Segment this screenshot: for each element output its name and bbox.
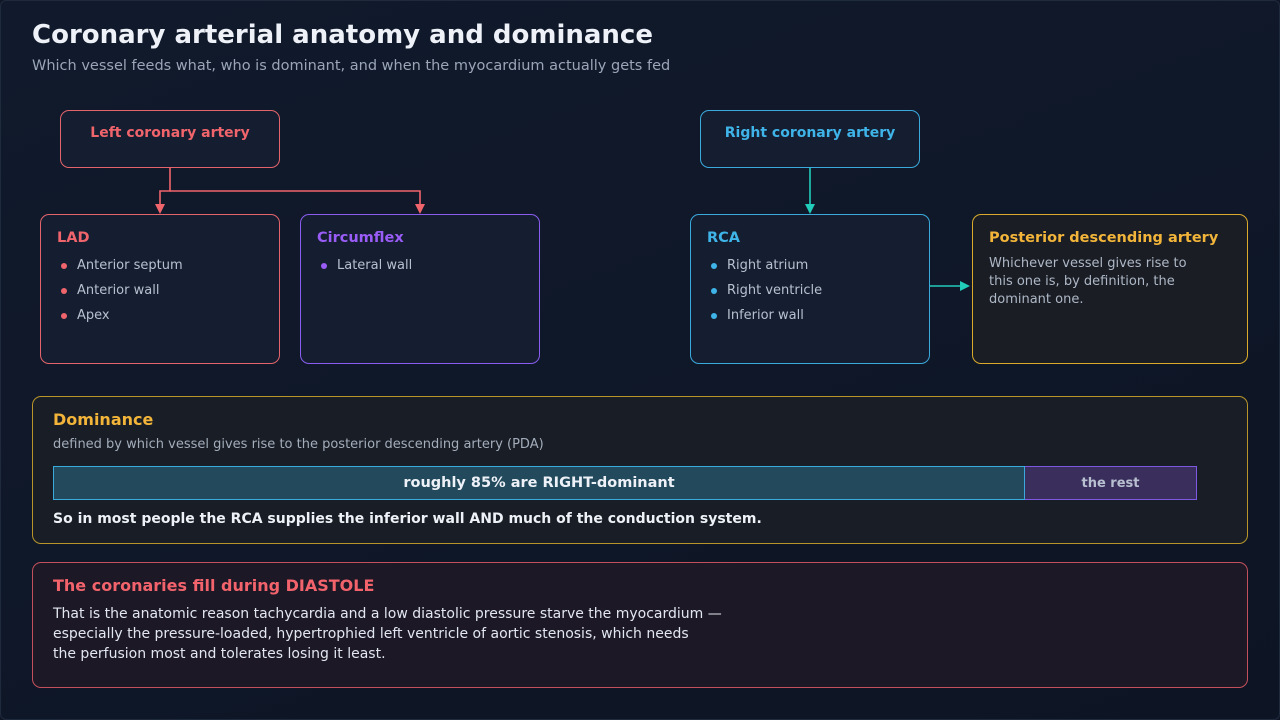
lad-territory-list: Anterior septum Anterior wall Apex (57, 253, 263, 328)
bullet-icon (711, 262, 717, 269)
diastole-panel: The coronaries fill during DIASTOLE That… (32, 562, 1248, 688)
dominance-subtitle: defined by which vessel gives rise to th… (53, 437, 544, 452)
circumflex-territory-list: Lateral wall (317, 253, 523, 278)
bullet-icon (61, 262, 67, 269)
diastole-line: especially the pressure-loaded, hypertro… (53, 626, 689, 642)
pda-title: Posterior descending artery (989, 230, 1219, 246)
dominance-panel: Dominance defined by which vessel gives … (32, 396, 1248, 544)
rest-label: the rest (1081, 475, 1140, 491)
bullet-icon (711, 312, 717, 319)
right-coronary-artery-node: Right coronary artery (700, 110, 920, 168)
list-item: Apex (57, 303, 263, 328)
left-coronary-artery-node: Left coronary artery (60, 110, 280, 168)
right-coronary-artery-label: Right coronary artery (724, 125, 896, 141)
bullet-icon (711, 287, 717, 294)
lad-card: LAD Anterior septum Anterior wall Apex (40, 214, 280, 364)
list-item: Inferior wall (707, 303, 913, 328)
dominance-title: Dominance (53, 410, 154, 429)
bullet-icon (321, 262, 327, 269)
circumflex-card: Circumflex Lateral wall (300, 214, 540, 364)
lad-title: LAD (57, 230, 90, 246)
left-coronary-artery-label: Left coronary artery (90, 125, 250, 141)
pda-description: Whichever vessel gives rise to this one … (989, 256, 1187, 307)
list-item: Anterior septum (57, 253, 263, 278)
right-dominant-segment: roughly 85% are RIGHT-dominant (53, 466, 1025, 500)
diastole-line: the perfusion most and tolerates losing … (53, 646, 386, 662)
arrow-left-to-lad (155, 168, 171, 214)
dominance-note: So in most people the RCA supplies the i… (53, 511, 762, 527)
bullet-icon (61, 312, 67, 319)
arrow-left-to-circumflex (170, 190, 425, 214)
list-item: Anterior wall (57, 278, 263, 303)
right-dominant-label: roughly 85% are RIGHT-dominant (403, 475, 675, 491)
diastole-title: The coronaries fill during DIASTOLE (53, 576, 375, 595)
rest-segment: the rest (1025, 466, 1197, 500)
list-item: Right atrium (707, 253, 913, 278)
diastole-body: That is the anatomic reason tachycardia … (53, 604, 753, 664)
rca-card: RCA Right atrium Right ventricle Inferio… (690, 214, 930, 364)
circumflex-title: Circumflex (317, 230, 404, 246)
dominance-bar: roughly 85% are RIGHT-dominant the rest (53, 466, 1197, 500)
rca-territory-list: Right atrium Right ventricle Inferior wa… (707, 253, 913, 328)
list-item: Right ventricle (707, 278, 913, 303)
rca-title: RCA (707, 230, 741, 246)
diastole-line: That is the anatomic reason tachycardia … (53, 606, 722, 622)
list-item: Lateral wall (317, 253, 523, 278)
bullet-icon (61, 287, 67, 294)
pda-card: Posterior descending artery Whichever ve… (972, 214, 1248, 364)
